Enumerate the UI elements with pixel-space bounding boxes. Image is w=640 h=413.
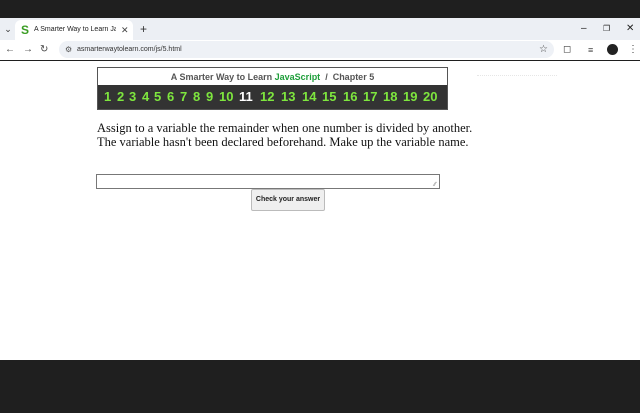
new-tab-button[interactable]: + bbox=[140, 21, 147, 37]
os-top-bar bbox=[0, 0, 640, 18]
address-bar[interactable]: ⚙ asmarterwaytolearn.com/js/5.html ☆ bbox=[59, 41, 554, 58]
chapter-link-16[interactable]: 16 bbox=[343, 88, 357, 106]
tab-search-icon[interactable]: ⌄ bbox=[2, 21, 14, 37]
os-bottom-bar bbox=[0, 360, 640, 413]
check-answer-button[interactable]: Check your answer bbox=[251, 189, 325, 211]
forward-icon[interactable]: → bbox=[23, 42, 33, 58]
chapter-link-3[interactable]: 3 bbox=[129, 88, 136, 106]
chapter-link-5[interactable]: 5 bbox=[154, 88, 161, 106]
restore-icon[interactable]: ❐ bbox=[603, 21, 610, 37]
chapter-link-15[interactable]: 15 bbox=[322, 88, 336, 106]
chapter-link-14[interactable]: 14 bbox=[302, 88, 316, 106]
chapter-link-1[interactable]: 1 bbox=[104, 88, 111, 106]
chapter-link-7[interactable]: 7 bbox=[180, 88, 187, 106]
chapter-link-9[interactable]: 9 bbox=[206, 88, 213, 106]
page-content: A Smarter Way to Learn JavaScript / Chap… bbox=[0, 61, 640, 360]
back-icon[interactable]: ← bbox=[5, 42, 15, 58]
menu-kebab-icon[interactable]: ⋮ bbox=[628, 42, 638, 58]
site-info-icon[interactable]: ⚙ bbox=[65, 42, 72, 57]
banner-title-prefix: A Smarter Way to Learn bbox=[170, 72, 275, 82]
chapter-link-6[interactable]: 6 bbox=[167, 88, 174, 106]
banner-title-javascript: JavaScript bbox=[274, 72, 321, 82]
chapter-banner: A Smarter Way to Learn JavaScript / Chap… bbox=[97, 67, 448, 110]
chapter-link-17[interactable]: 17 bbox=[363, 88, 377, 106]
exercise-instructions: Assign to a variable the remainder when … bbox=[97, 121, 473, 149]
answer-textarea[interactable] bbox=[96, 174, 440, 189]
tab-title: A Smarter Way to Learn JavaScr bbox=[34, 26, 116, 33]
url-text: asmarterwaytolearn.com/js/5.html bbox=[77, 46, 182, 53]
close-window-icon[interactable]: ✕ bbox=[626, 21, 634, 37]
banner-title-chapter: / Chapter 5 bbox=[320, 72, 375, 82]
browser-toolbar: ← → ↻ ⚙ asmarterwaytolearn.com/js/5.html… bbox=[0, 40, 640, 60]
chapter-link-13[interactable]: 13 bbox=[281, 88, 295, 106]
minimize-icon[interactable]: – bbox=[581, 21, 587, 37]
chapter-link-11[interactable]: 11 bbox=[239, 88, 253, 106]
chapter-link-4[interactable]: 4 bbox=[142, 88, 149, 106]
chapter-links: 1 2 3 4 5 6 7 8 9 10 11 12 13 14 15 16 17 18 19 20 bbox=[98, 85, 447, 109]
bookmark-star-icon[interactable]: ☆ bbox=[539, 42, 548, 57]
tab-close-icon[interactable]: ✕ bbox=[121, 23, 129, 37]
extensions-icon[interactable]: ◻ bbox=[563, 42, 571, 58]
reload-icon[interactable]: ↻ bbox=[40, 42, 48, 58]
profile-avatar-icon[interactable] bbox=[607, 44, 618, 55]
chapter-link-2[interactable]: 2 bbox=[117, 88, 124, 106]
browser-tab[interactable]: S A Smarter Way to Learn JavaScr ✕ bbox=[15, 20, 133, 40]
chapter-link-12[interactable]: 12 bbox=[260, 88, 274, 106]
tab-strip: ⌄ S A Smarter Way to Learn JavaScr ✕ + –… bbox=[0, 18, 640, 40]
resize-handle-icon[interactable]: ∕∕ bbox=[434, 182, 639, 360]
chapter-link-10[interactable]: 10 bbox=[219, 88, 233, 106]
banner-title: A Smarter Way to Learn JavaScript / Chap… bbox=[98, 70, 447, 84]
site-favicon-icon: S bbox=[21, 23, 30, 37]
chapter-link-18[interactable]: 18 bbox=[383, 88, 397, 106]
chapter-link-19[interactable]: 19 bbox=[403, 88, 417, 106]
divider bbox=[477, 75, 557, 76]
chapter-link-20[interactable]: 20 bbox=[423, 88, 437, 106]
chapter-link-8[interactable]: 8 bbox=[193, 88, 200, 106]
reading-list-icon[interactable]: ≡ bbox=[588, 42, 593, 58]
